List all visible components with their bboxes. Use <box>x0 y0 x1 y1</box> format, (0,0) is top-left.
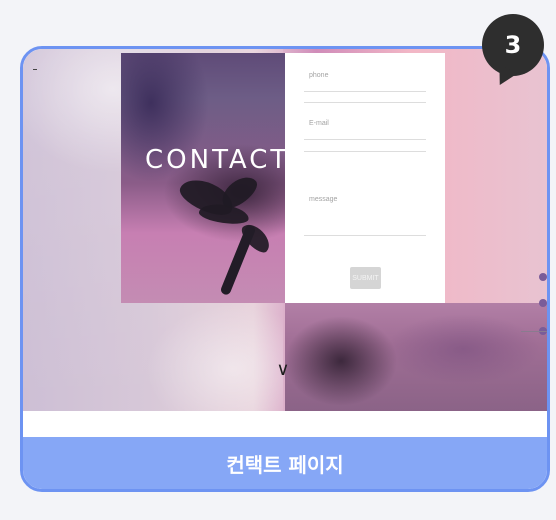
side-indicator-line <box>521 331 547 332</box>
phone-field-divider <box>304 102 426 103</box>
contact-hero-panel: CONTACT <box>121 53 286 303</box>
email-label: E-mail <box>309 120 329 127</box>
scroll-down-icon[interactable]: ∨ <box>272 359 294 381</box>
message-label: message <box>309 196 338 203</box>
submit-button[interactable]: SUBMIT <box>350 267 381 289</box>
palm-leaf-icon <box>197 201 251 227</box>
email-field-divider <box>304 151 426 152</box>
contact-form: phone E-mail message SUBMIT <box>285 53 445 303</box>
email-field[interactable] <box>304 139 426 140</box>
corner-mark <box>33 69 37 70</box>
pagination-dot[interactable] <box>539 299 547 307</box>
preview-card: CONTACT phone E-mail message SUBMIT ∨ 컨택… <box>20 46 550 492</box>
message-field[interactable] <box>304 235 426 236</box>
step-badge: 3 <box>482 14 552 90</box>
phone-field[interactable] <box>304 91 426 92</box>
background-photo-lower-right <box>285 303 547 411</box>
palm-stem <box>219 223 257 297</box>
step-badge-bubble: 3 <box>482 14 544 76</box>
pagination-dot[interactable] <box>539 273 547 281</box>
page-label: 컨택트 페이지 <box>226 452 344 477</box>
step-number: 3 <box>504 31 522 59</box>
contact-page-screenshot: CONTACT phone E-mail message SUBMIT ∨ <box>23 49 547 411</box>
page-label-bar: 컨택트 페이지 <box>23 437 547 489</box>
phone-label: phone <box>309 72 329 79</box>
contact-title: CONTACT <box>145 145 290 175</box>
